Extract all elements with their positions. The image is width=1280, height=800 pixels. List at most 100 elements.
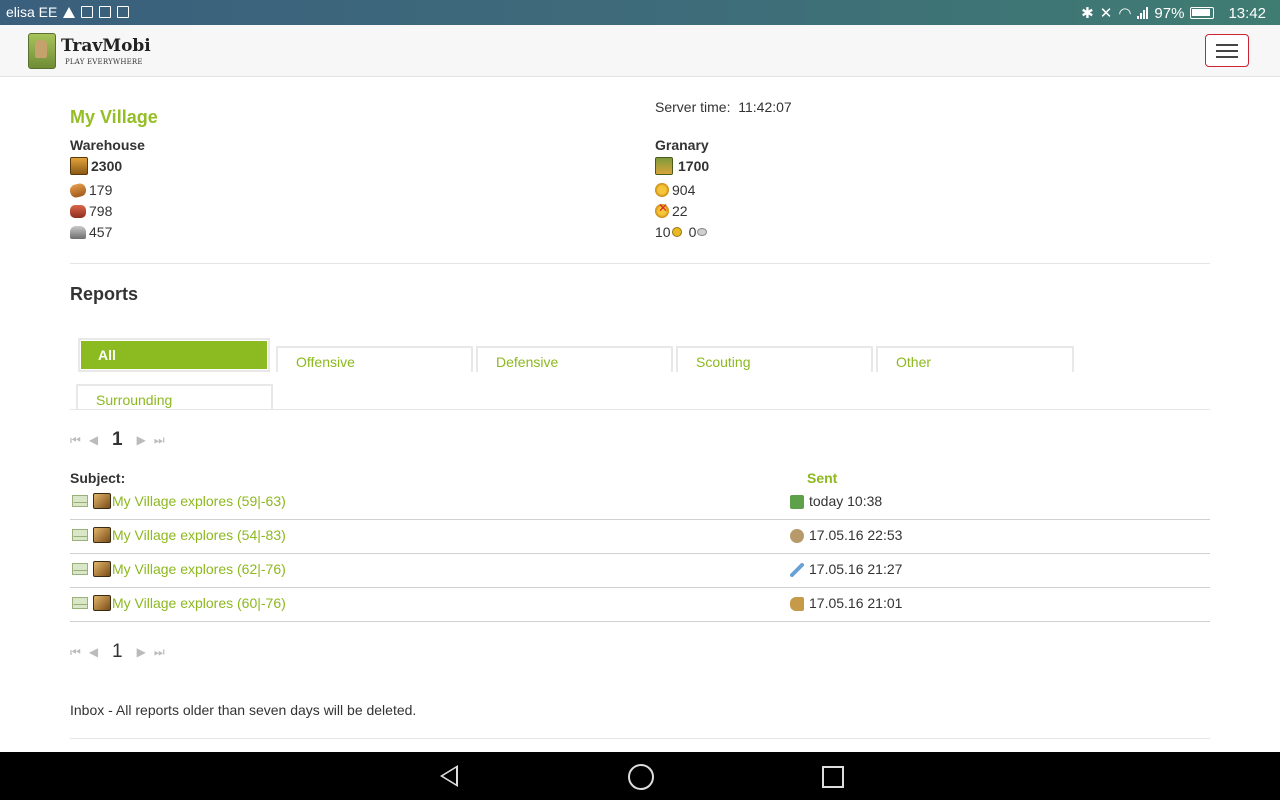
divider: [70, 263, 1210, 264]
lumber-value: 179: [89, 182, 113, 198]
crop-row: 904: [655, 182, 695, 198]
server-time-value: 11:42:07: [738, 99, 792, 115]
wifi-icon: ◠: [1118, 5, 1132, 22]
scout-report-icon: [93, 527, 111, 543]
recent-apps-icon[interactable]: [822, 766, 844, 788]
crop-icon: [655, 183, 669, 197]
report-subject-link[interactable]: My Village explores (54|-83): [112, 527, 286, 543]
tab-defensive[interactable]: Defensive: [476, 346, 673, 372]
logo-icon[interactable]: [28, 33, 56, 69]
first-page-icon[interactable]: ⏮: [70, 433, 81, 448]
report-subject-link[interactable]: My Village explores (59|-63): [112, 493, 286, 509]
clock: 13:42: [1228, 4, 1266, 22]
mute-icon: ✕: [1099, 5, 1113, 22]
next-page-icon[interactable]: ▶: [137, 433, 146, 447]
current-page: 1: [112, 641, 123, 662]
home-icon[interactable]: [628, 764, 654, 790]
granary-label: Granary: [655, 137, 709, 153]
report-sent-date: 17.05.16 22:53: [809, 527, 903, 543]
last-page-icon[interactable]: ⏭: [154, 433, 165, 448]
report-subject-link[interactable]: My Village explores (60|-76): [112, 595, 286, 611]
battery-percent: 97%: [1154, 4, 1185, 22]
crop-consumption-value: 22: [672, 203, 688, 219]
android-nav-bar: [0, 752, 1280, 800]
footer-divider: [70, 738, 1210, 739]
warehouse-capacity-value: 2300: [91, 158, 123, 174]
pagination-top: ⏮ ◀ 1 ▶ ⏭: [70, 429, 165, 451]
warehouse-label: Warehouse: [70, 137, 145, 153]
horse-icon: [790, 597, 804, 611]
iron-value: 457: [89, 224, 113, 240]
reports-heading: Reports: [70, 284, 139, 304]
next-page-icon[interactable]: ▶: [137, 645, 146, 659]
hamburger-menu-button[interactable]: [1205, 34, 1249, 67]
battery-icon: [1190, 7, 1215, 19]
warehouse-icon: [70, 157, 88, 175]
tab-all[interactable]: All: [78, 338, 270, 372]
app-notification-icon: [117, 6, 130, 18]
bag-icon: [790, 529, 804, 543]
scout-report-icon: [93, 493, 111, 509]
prev-page-icon[interactable]: ◀: [89, 645, 98, 659]
envelope-icon: [72, 495, 88, 507]
server-time-label: Server time:: [655, 99, 731, 115]
scout-report-icon: [93, 595, 111, 611]
iron-icon: [70, 225, 86, 239]
crop-consumption-row: 22: [655, 201, 688, 219]
inbox-notice: Inbox - All reports older than seven day…: [70, 702, 417, 718]
silver-coin-icon: [697, 228, 708, 236]
report-sent-date: 17.05.16 21:27: [809, 561, 903, 577]
resources-icon: [790, 495, 804, 509]
report-row[interactable]: My Village explores (59|-63) today 10:38: [70, 486, 1210, 520]
envelope-icon: [72, 529, 88, 541]
subject-column-header: Subject:: [70, 470, 126, 486]
carrier-label: elisa EE: [6, 4, 58, 20]
warning-icon: [63, 6, 76, 18]
report-sent-date: today 10:38: [809, 493, 883, 509]
app-tagline: PLAY EVERYWHERE: [65, 58, 143, 66]
image-icon: [81, 6, 94, 18]
village-name[interactable]: My Village: [70, 107, 158, 128]
currency-row: 10 0: [655, 224, 708, 240]
pagination-bottom: ⏮ ◀ 1 ▶ ⏭: [70, 641, 165, 663]
report-row[interactable]: My Village explores (54|-83) 17.05.16 22…: [70, 520, 1210, 554]
report-sent-date: 17.05.16 21:01: [809, 595, 903, 611]
tabs-underline: [70, 409, 1210, 410]
granary-capacity: 1700: [655, 157, 709, 175]
app-header: TravMobi PLAY EVERYWHERE: [0, 25, 1280, 77]
granary-capacity-value: 1700: [678, 158, 710, 174]
last-page-icon[interactable]: ⏭: [154, 645, 165, 660]
clay-row: 798: [70, 203, 112, 219]
sword-icon: [790, 563, 804, 577]
report-row[interactable]: My Village explores (60|-76) 17.05.16 21…: [70, 588, 1210, 622]
tab-surrounding[interactable]: Surrounding: [76, 384, 273, 410]
lumber-row: 179: [68, 181, 113, 199]
main-content: My Village Server time: 11:42:07 Warehou…: [68, 77, 1210, 752]
sent-column-header[interactable]: Sent: [807, 470, 837, 486]
back-icon[interactable]: [440, 765, 458, 787]
report-row[interactable]: My Village explores (62|-76) 17.05.16 21…: [70, 554, 1210, 588]
signal-icon: [1137, 7, 1149, 19]
warehouse-capacity: 2300: [70, 157, 122, 175]
bluetooth-icon: ✱: [1081, 5, 1094, 22]
tab-other[interactable]: Other: [876, 346, 1074, 372]
clay-value: 798: [89, 203, 113, 219]
silver-value: 0: [688, 224, 697, 240]
scout-report-icon: [93, 561, 111, 577]
prev-page-icon[interactable]: ◀: [89, 433, 98, 447]
gallery-icon: [99, 6, 112, 18]
app-title[interactable]: TravMobi: [61, 36, 151, 56]
tab-scouting[interactable]: Scouting: [676, 346, 873, 372]
tab-offensive[interactable]: Offensive: [276, 346, 473, 372]
gold-value: 10: [655, 224, 671, 240]
envelope-icon: [72, 563, 88, 575]
granary-icon: [655, 157, 673, 175]
clay-icon: [70, 204, 86, 218]
report-subject-link[interactable]: My Village explores (62|-76): [112, 561, 286, 577]
first-page-icon[interactable]: ⏮: [70, 645, 81, 660]
iron-row: 457: [70, 224, 112, 240]
server-time: Server time: 11:42:07: [655, 99, 792, 115]
android-status-bar: elisa EE ✱ ✕ ◠ 97% 13:42: [0, 0, 1280, 25]
crop-consumption-icon: [655, 201, 669, 218]
gold-coin-icon: [671, 227, 682, 237]
